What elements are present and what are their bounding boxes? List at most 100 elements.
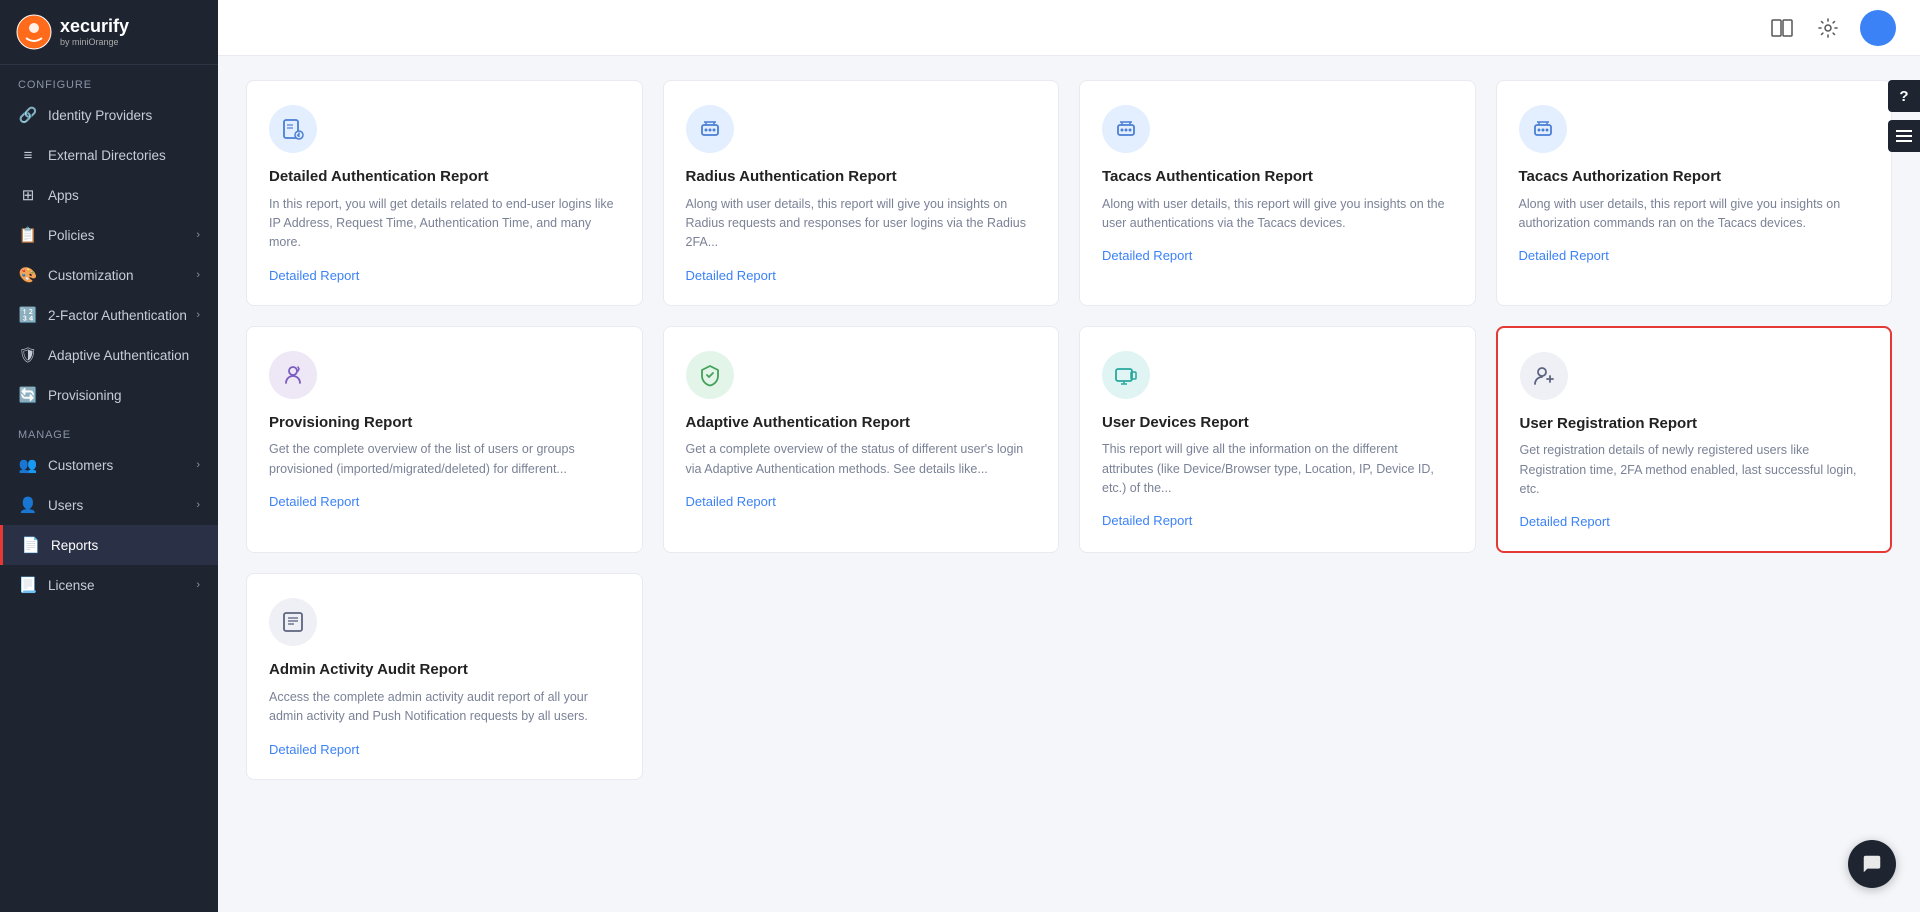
card-title: Adaptive Authentication Report [686, 413, 1037, 433]
sidebar-item-adaptive-auth[interactable]: 🛡 Adaptive Authentication [0, 335, 218, 375]
card-tacacs-auth[interactable]: Tacacs Authentication Report Along with … [1079, 80, 1476, 306]
adaptive-auth-icon: 🛡 [18, 345, 38, 365]
card-user-registration[interactable]: User Registration Report Get registratio… [1496, 326, 1893, 554]
brand-name: xecurify by miniOrange [60, 17, 129, 47]
sidebar-item-label: 2-Factor Authentication [48, 308, 196, 323]
sidebar-item-label: Identity Providers [48, 108, 200, 123]
admin-activity-icon [269, 598, 317, 646]
cards-row-1: Detailed Authentication Report In this r… [246, 80, 1892, 306]
brand-logo-icon [16, 14, 52, 50]
adaptive-auth-report-icon [686, 351, 734, 399]
detailed-report-link-5[interactable]: Detailed Report [686, 494, 776, 509]
detailed-auth-icon [269, 105, 317, 153]
user-devices-icon [1102, 351, 1150, 399]
card-desc: In this report, you will get details rel… [269, 195, 620, 253]
detailed-report-link-2[interactable]: Detailed Report [1102, 248, 1192, 263]
customers-icon: 👥 [18, 455, 38, 475]
sidebar-item-users[interactable]: 👤 Users › [0, 485, 218, 525]
chevron-right-icon: › [196, 229, 200, 241]
logo-area: xecurify by miniOrange [0, 0, 218, 65]
card-adaptive-auth-report[interactable]: Adaptive Authentication Report Get a com… [663, 326, 1060, 554]
policies-icon: 📋 [18, 225, 38, 245]
card-radius-auth[interactable]: Radius Authentication Report Along with … [663, 80, 1060, 306]
settings-icon[interactable] [1814, 14, 1842, 42]
card-desc: Along with user details, this report wil… [1102, 195, 1453, 234]
sidebar-item-customers[interactable]: 👥 Customers › [0, 445, 218, 485]
sidebar-item-apps[interactable]: ⊞ Apps [0, 175, 218, 215]
card-detailed-auth[interactable]: Detailed Authentication Report In this r… [246, 80, 643, 306]
card-tacacs-authz[interactable]: Tacacs Authorization Report Along with u… [1496, 80, 1893, 306]
sidebar-item-identity-providers[interactable]: 🔗 Identity Providers [0, 95, 218, 135]
external-directories-icon: ≡ [18, 145, 38, 165]
sidebar-item-customization[interactable]: 🎨 Customization › [0, 255, 218, 295]
chevron-right-icon: › [196, 309, 200, 321]
license-icon: 📃 [18, 575, 38, 595]
2fa-icon: 🔢 [18, 305, 38, 325]
cards-row-2: Provisioning Report Get the complete ove… [246, 326, 1892, 554]
reports-icon: 📄 [21, 535, 41, 555]
content-area: Detailed Authentication Report In this r… [218, 56, 1920, 912]
card-title: Detailed Authentication Report [269, 167, 620, 187]
card-desc: Get a complete overview of the status of… [686, 440, 1037, 479]
user-avatar[interactable] [1860, 10, 1896, 46]
sidebar: xecurify by miniOrange Configure 🔗 Ident… [0, 0, 218, 912]
sidebar-item-label: Adaptive Authentication [48, 348, 200, 363]
card-provisioning[interactable]: Provisioning Report Get the complete ove… [246, 326, 643, 554]
card-desc: Get the complete overview of the list of… [269, 440, 620, 479]
sidebar-item-policies[interactable]: 📋 Policies › [0, 215, 218, 255]
cards-row-3: Admin Activity Audit Report Access the c… [246, 573, 1892, 779]
sidebar-item-label: Users [48, 498, 196, 513]
manage-section-label: Manage [0, 415, 218, 445]
provisioning-report-icon [269, 351, 317, 399]
tacacs-authz-icon [1519, 105, 1567, 153]
radius-auth-icon [686, 105, 734, 153]
apps-icon: ⊞ [18, 185, 38, 205]
sidebar-item-reports[interactable]: 📄 Reports [0, 525, 218, 565]
card-desc: Access the complete admin activity audit… [269, 688, 620, 727]
chevron-right-icon: › [196, 459, 200, 471]
sidebar-item-label: Policies [48, 228, 196, 243]
help-button[interactable]: ? [1888, 80, 1920, 112]
card-desc: This report will give all the informatio… [1102, 440, 1453, 498]
sidebar-item-label: Provisioning [48, 388, 200, 403]
card-title: Tacacs Authorization Report [1519, 167, 1870, 187]
card-title: Admin Activity Audit Report [269, 660, 620, 680]
sidebar-item-external-directories[interactable]: ≡ External Directories [0, 135, 218, 175]
detailed-report-link-6[interactable]: Detailed Report [1102, 513, 1192, 528]
detailed-report-link-0[interactable]: Detailed Report [269, 268, 359, 283]
card-user-devices[interactable]: User Devices Report This report will giv… [1079, 326, 1476, 554]
card-title: Tacacs Authentication Report [1102, 167, 1453, 187]
sidebar-item-label: External Directories [48, 148, 200, 163]
card-title: User Registration Report [1520, 414, 1869, 434]
tacacs-auth-icon [1102, 105, 1150, 153]
detailed-report-link-7[interactable]: Detailed Report [1520, 514, 1610, 529]
detailed-report-link-8[interactable]: Detailed Report [269, 742, 359, 757]
detailed-report-link-1[interactable]: Detailed Report [686, 268, 776, 283]
main-area: Detailed Authentication Report In this r… [218, 0, 1920, 912]
detailed-report-link-4[interactable]: Detailed Report [269, 494, 359, 509]
sidebar-item-2fa[interactable]: 🔢 2-Factor Authentication › [0, 295, 218, 335]
sidebar-item-license[interactable]: 📃 License › [0, 565, 218, 605]
identity-providers-icon: 🔗 [18, 105, 38, 125]
detailed-report-link-3[interactable]: Detailed Report [1519, 248, 1609, 263]
card-admin-activity[interactable]: Admin Activity Audit Report Access the c… [246, 573, 643, 779]
card-title: Provisioning Report [269, 413, 620, 433]
chevron-right-icon: › [196, 269, 200, 281]
sidebar-item-label: Apps [48, 188, 200, 203]
sidebar-item-label: License [48, 578, 196, 593]
provisioning-icon: 🔄 [18, 385, 38, 405]
chevron-right-icon: › [196, 499, 200, 511]
menu-button[interactable] [1888, 120, 1920, 152]
customization-icon: 🎨 [18, 265, 38, 285]
card-desc: Along with user details, this report wil… [686, 195, 1037, 253]
sidebar-item-provisioning[interactable]: 🔄 Provisioning [0, 375, 218, 415]
book-icon[interactable] [1768, 14, 1796, 42]
user-registration-icon [1520, 352, 1568, 400]
card-title: Radius Authentication Report [686, 167, 1037, 187]
sidebar-item-label: Reports [51, 538, 200, 553]
sidebar-item-label: Customization [48, 268, 196, 283]
topbar [218, 0, 1920, 56]
chevron-right-icon: › [196, 579, 200, 591]
users-icon: 👤 [18, 495, 38, 515]
chat-bubble-button[interactable] [1848, 840, 1896, 888]
